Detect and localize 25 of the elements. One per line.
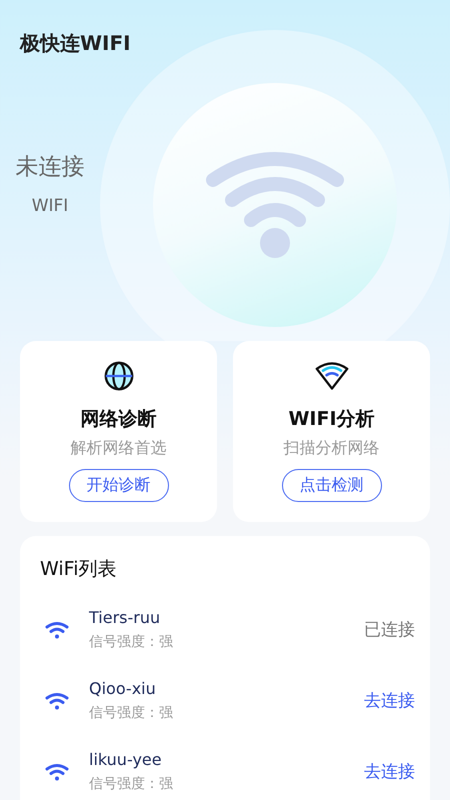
list-title: WiFi列表 bbox=[40, 557, 118, 582]
connection-status: 未连接 bbox=[16, 153, 84, 182]
signal-strength: 信号强度：强 bbox=[89, 633, 174, 651]
connect-link[interactable]: 去连接 bbox=[364, 689, 415, 712]
wifi-icon bbox=[314, 360, 348, 392]
tool-title: WIFI分析 bbox=[288, 407, 375, 432]
signal-strength: 信号强度：强 bbox=[89, 704, 174, 722]
network-name: likuu-yee bbox=[89, 750, 163, 769]
network-name: Tiers-ruu bbox=[89, 608, 162, 627]
tool-title: 网络诊断 bbox=[80, 407, 156, 432]
wifi-icon bbox=[45, 692, 69, 710]
tool-subtitle: 扫描分析网络 bbox=[284, 438, 380, 459]
status-subtitle: WIFI bbox=[32, 196, 68, 216]
wifi-icon bbox=[205, 149, 345, 261]
tool-subtitle: 解析网络首选 bbox=[70, 438, 166, 459]
connect-link[interactable]: 去连接 bbox=[364, 760, 415, 783]
wifi-icon bbox=[45, 620, 69, 638]
wifi-icon bbox=[45, 762, 69, 780]
app-title: 极快连WIFI bbox=[18, 30, 132, 57]
connected-status: 已连接 bbox=[364, 619, 415, 641]
tool-button[interactable]: 开始诊断 bbox=[68, 469, 168, 502]
globe-icon bbox=[102, 360, 136, 392]
network-name: Qioo-xiu bbox=[89, 679, 157, 698]
signal-strength: 信号强度：强 bbox=[89, 775, 174, 793]
tool-button[interactable]: 点击检测 bbox=[282, 469, 382, 502]
